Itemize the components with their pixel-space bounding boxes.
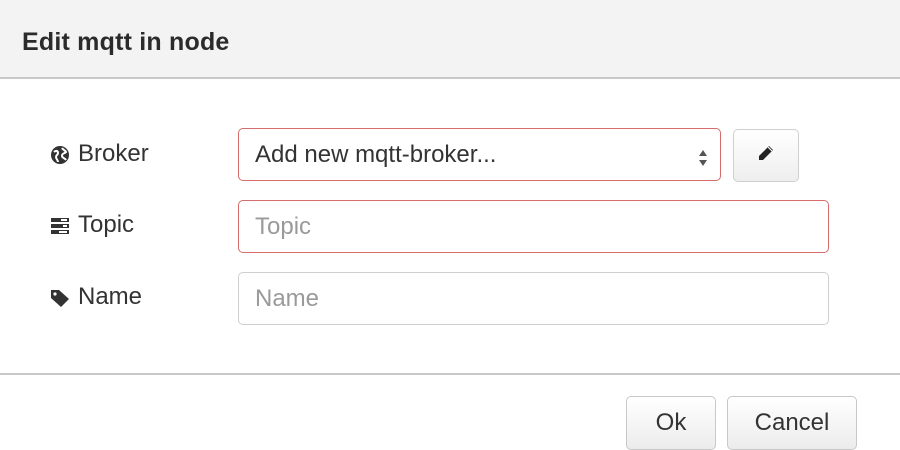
globe-icon (50, 144, 70, 164)
topic-input[interactable] (255, 212, 828, 241)
broker-selected-value: Add new mqtt-broker... (255, 140, 497, 168)
pencil-icon (756, 143, 776, 168)
dialog-title: Edit mqtt in node (22, 28, 230, 56)
dialog-header: Edit mqtt in node (0, 0, 900, 79)
cancel-button[interactable]: Cancel (727, 396, 857, 450)
footer-divider (0, 373, 900, 375)
topic-label-group: Topic (50, 211, 134, 239)
name-input[interactable] (255, 284, 828, 313)
broker-label-group: Broker (50, 140, 149, 168)
name-field-wrapper (238, 272, 829, 325)
select-arrows-icon (698, 146, 708, 166)
name-label: Name (78, 283, 143, 310)
edit-broker-button[interactable] (733, 129, 799, 182)
ok-button[interactable]: Ok (626, 396, 716, 450)
topic-label: Topic (78, 211, 135, 238)
broker-label: Broker (78, 140, 149, 167)
topic-field-wrapper (238, 200, 829, 253)
tag-icon (50, 287, 70, 307)
name-label-group: Name (50, 283, 142, 311)
broker-select[interactable]: Add new mqtt-broker... (238, 128, 721, 181)
tasks-icon (50, 215, 70, 235)
